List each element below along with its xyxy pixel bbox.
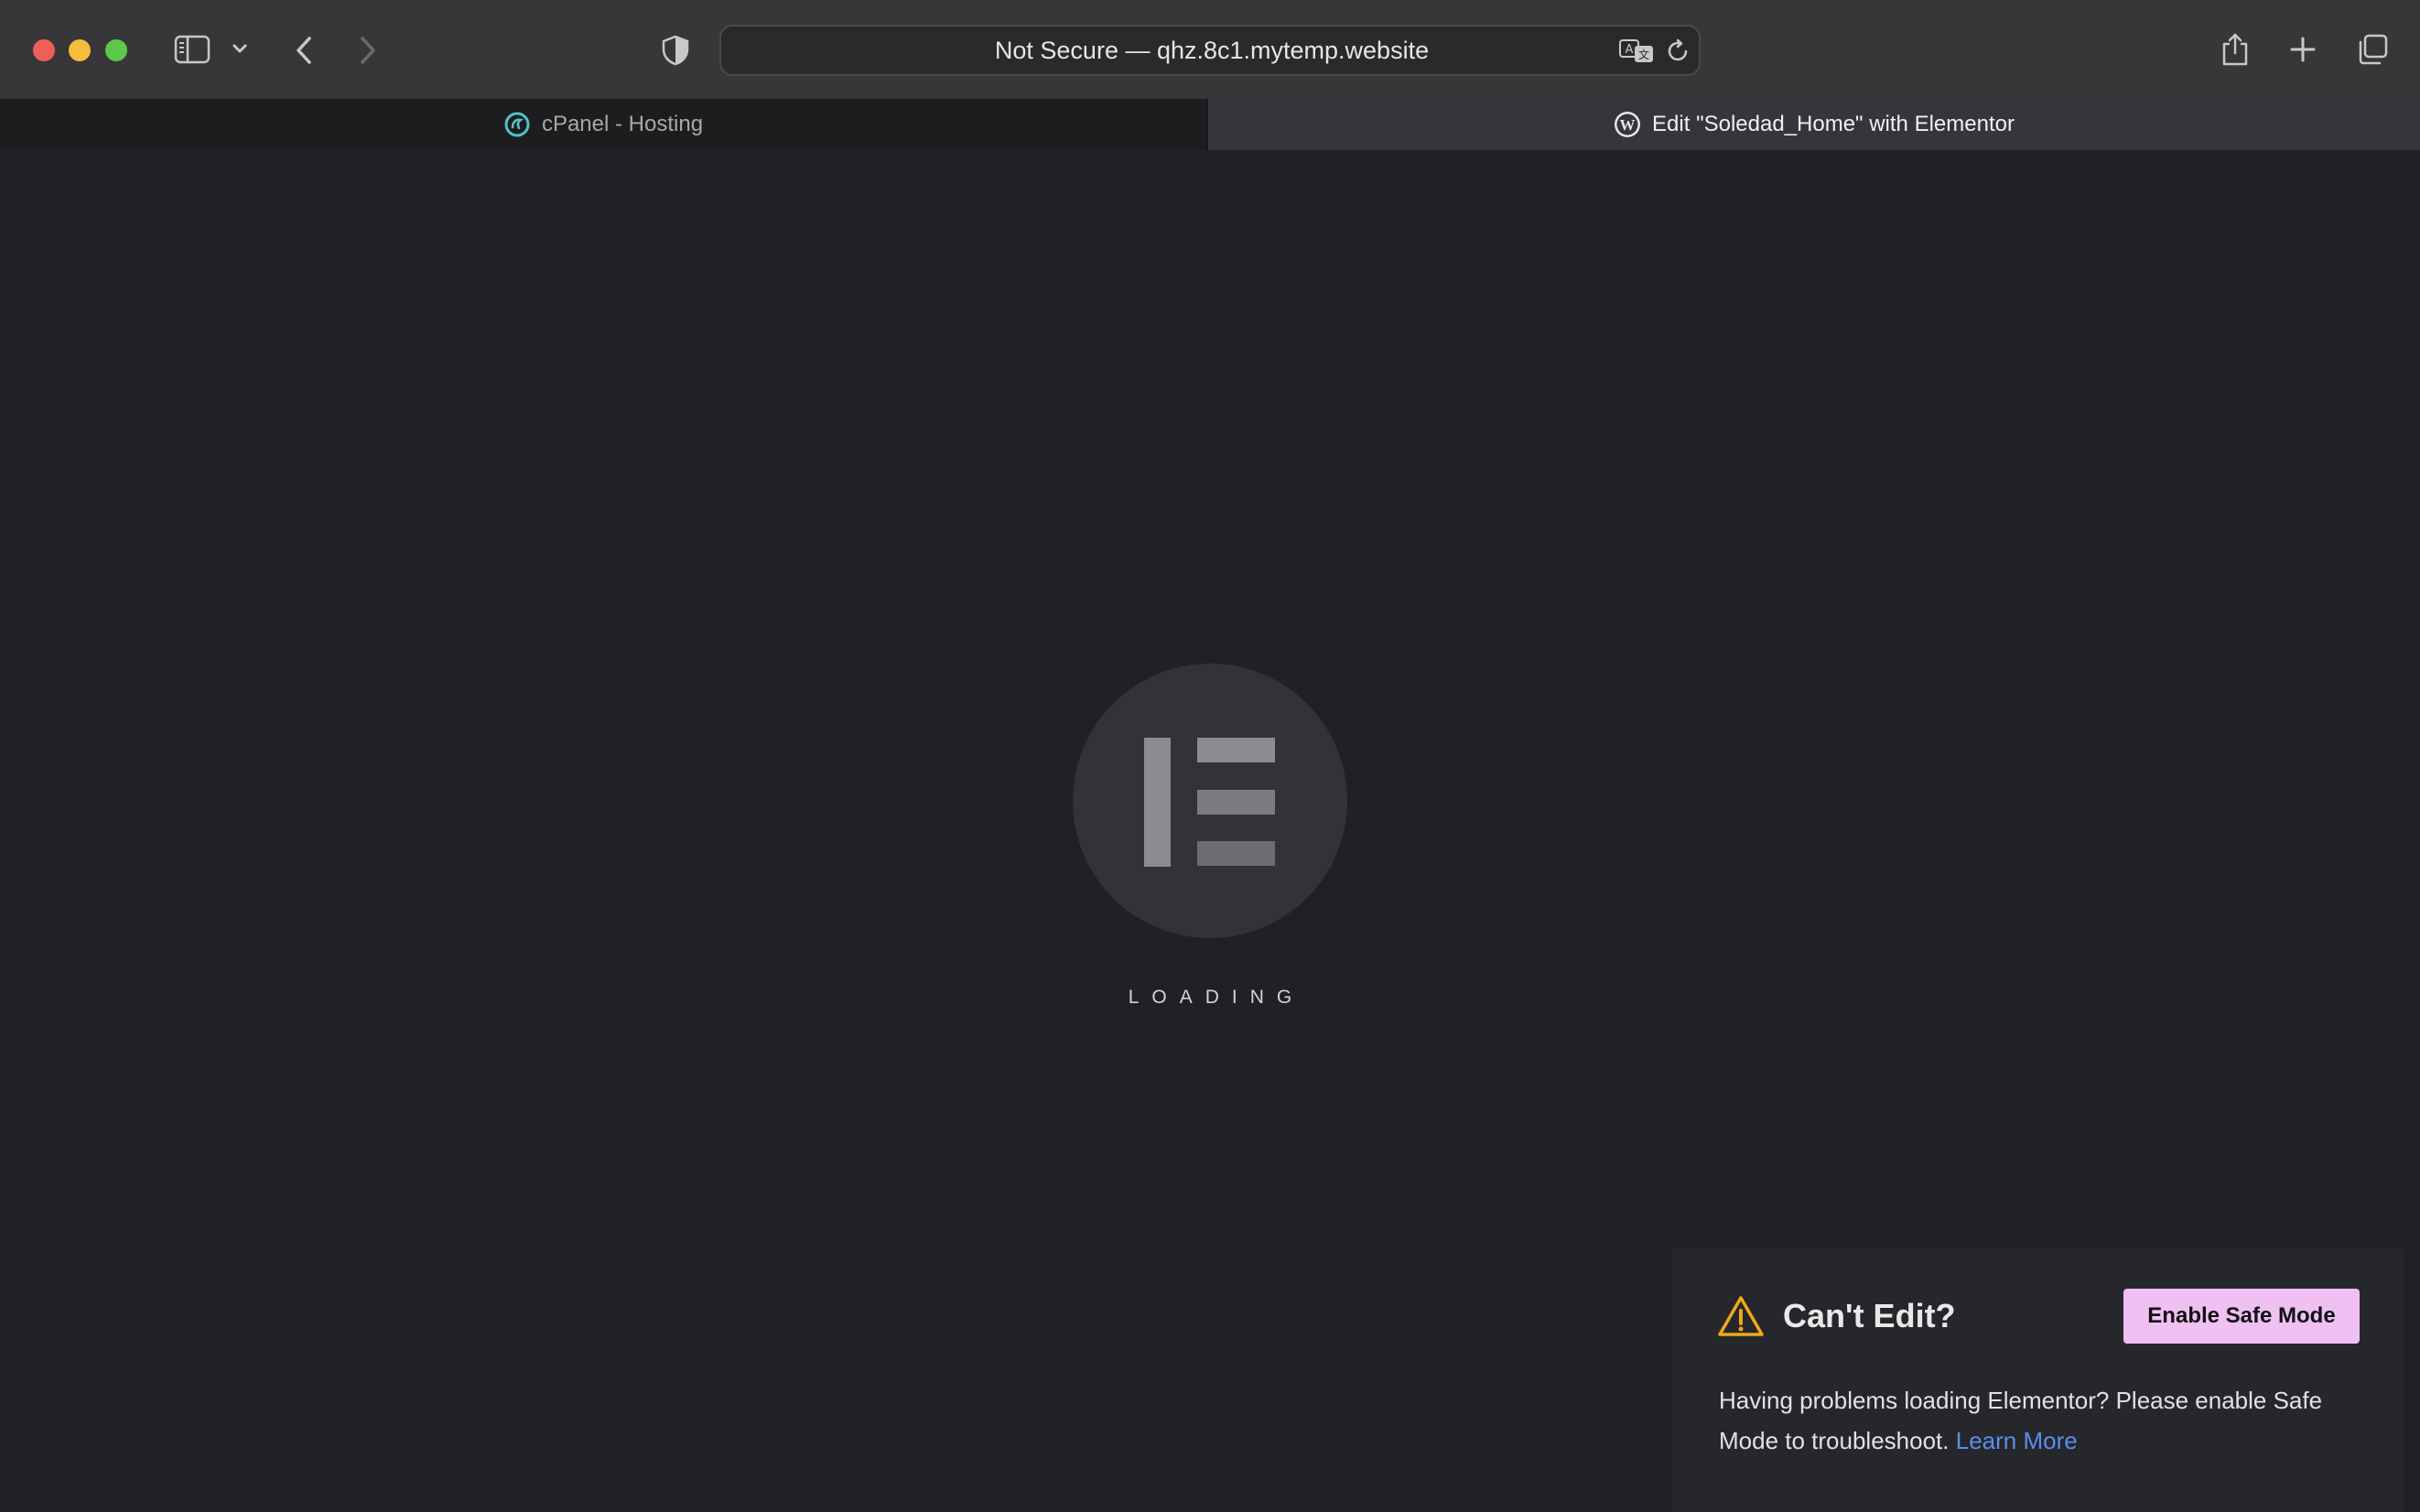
svg-text:W: W xyxy=(1620,116,1636,134)
address-text: Not Secure — qhz.8c1.mytemp.website xyxy=(994,37,1430,64)
reload-icon[interactable] xyxy=(1664,38,1691,65)
warning-icon xyxy=(1718,1296,1764,1336)
tab-elementor-editor[interactable]: W Edit "Soledad_Home" with Elementor xyxy=(1206,99,2420,150)
cpanel-icon xyxy=(504,112,530,137)
tab-label: cPanel - Hosting xyxy=(541,112,704,136)
safe-mode-panel: Can't Edit? Enable Safe Mode Having prob… xyxy=(1671,1248,2404,1512)
address-bar[interactable]: Not Secure — qhz.8c1.mytemp.website A 文 xyxy=(719,25,1701,76)
panel-title: Can't Edit? xyxy=(1783,1297,1956,1334)
tab-label: Edit "Soledad_Home" with Elementor xyxy=(1652,112,2015,136)
learn-more-link[interactable]: Learn More xyxy=(1956,1427,2078,1454)
enable-safe-mode-button[interactable]: Enable Safe Mode xyxy=(2123,1289,2360,1344)
chevron-down-icon[interactable] xyxy=(231,42,249,55)
svg-text:A: A xyxy=(1626,43,1634,57)
elementor-logo-icon xyxy=(1073,664,1347,938)
share-icon[interactable] xyxy=(2220,31,2250,68)
back-icon[interactable] xyxy=(291,35,317,66)
minimize-window-button[interactable] xyxy=(69,39,91,61)
privacy-shield-icon[interactable] xyxy=(661,35,690,66)
svg-text:文: 文 xyxy=(1638,48,1649,61)
tab-cpanel-hosting[interactable]: cPanel - Hosting xyxy=(0,99,1206,150)
tab-overview-icon[interactable] xyxy=(2356,33,2389,66)
browser-toolbar: Not Secure — qhz.8c1.mytemp.website A 文 xyxy=(0,0,2420,99)
forward-icon[interactable] xyxy=(355,35,381,66)
panel-message: Having problems loading Elementor? Pleas… xyxy=(1719,1380,2360,1461)
new-tab-icon[interactable] xyxy=(2288,35,2317,64)
loading-label: LOADING xyxy=(1128,987,1305,1008)
translate-icon[interactable]: A 文 xyxy=(1618,38,1655,65)
close-window-button[interactable] xyxy=(33,39,55,61)
tab-bar: cPanel - Hosting W Edit "Soledad_Home" w… xyxy=(0,99,2420,150)
wordpress-icon: W xyxy=(1615,112,1641,137)
zoom-window-button[interactable] xyxy=(105,39,127,61)
sidebar-toggle-icon[interactable] xyxy=(174,35,211,64)
